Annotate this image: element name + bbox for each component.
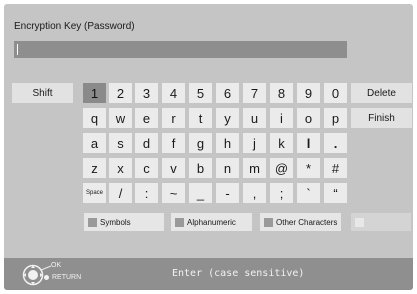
text-caret [17,44,18,55]
instruction-text: Enter (case sensitive) [172,268,305,279]
keyboard-key[interactable]: : [135,183,158,203]
keyboard-key[interactable]: . [324,133,347,153]
keyboard-key[interactable]: d [135,133,158,153]
delete-key[interactable]: Delete [351,83,412,103]
keyboard-key[interactable]: h [216,133,239,153]
return-button-icon [44,275,49,280]
keyboard-key[interactable]: @ [270,158,293,178]
keyboard-key[interactable]: p [324,108,347,128]
keyboard-key[interactable]: “ [324,183,347,203]
keyboard-key[interactable]: _ [189,183,212,203]
password-input[interactable] [14,41,347,58]
ok-pointer-icon [41,265,51,271]
mode-indicator-icon [355,217,364,227]
keyboard-key[interactable]: Space [83,183,106,203]
keyboard-key[interactable]: - [216,183,239,203]
keyboard-key[interactable]: q [83,108,106,128]
mode-alphanumeric-button[interactable]: Alphanumeric [171,213,252,231]
keyboard-key[interactable]: m [243,158,266,178]
finish-key[interactable]: Finish [351,108,412,128]
keyboard-key[interactable]: * [297,158,320,178]
keyboard-key[interactable]: ` [297,183,320,203]
keyboard-key[interactable]: 5 [189,83,212,103]
keyboard-key[interactable]: k [270,133,293,153]
keyboard-key[interactable]: g [189,133,212,153]
keyboard-key[interactable]: , [243,183,266,203]
keyboard-key[interactable]: 1 [83,83,106,103]
mode-indicator-icon [175,217,184,227]
keyboard-key[interactable]: s [109,133,132,153]
keyboard-key[interactable]: 4 [162,83,185,103]
mode-indicator-icon [88,217,97,227]
keyboard-key[interactable]: ~ [162,183,185,203]
keyboard-key[interactable]: l [297,133,320,153]
mode-label: Symbols [100,217,131,227]
keyboard-key[interactable]: / [109,183,132,203]
keyboard-key[interactable]: f [162,133,185,153]
keyboard-key[interactable]: e [135,108,158,128]
keyboard-key[interactable]: 6 [216,83,239,103]
keyboard-key[interactable]: j [243,133,266,153]
keyboard-key[interactable]: o [297,108,320,128]
keyboard-key[interactable]: t [189,108,212,128]
footer-bar: OK RETURN Enter (case sensitive) [4,258,413,290]
keyboard-key[interactable]: w [109,108,132,128]
keyboard-key[interactable]: 3 [135,83,158,103]
keyboard-key[interactable]: 9 [297,83,320,103]
keyboard-key[interactable]: 0 [324,83,347,103]
keyboard-key[interactable]: u [243,108,266,128]
mode-symbols-button[interactable]: Symbols [84,213,164,231]
keyboard-key[interactable]: # [324,158,347,178]
keyboard-key[interactable]: z [83,158,106,178]
keyboard-key[interactable]: i [270,108,293,128]
keyboard-key[interactable]: c [135,158,158,178]
keyboard-key[interactable]: a [83,133,106,153]
keyboard-key[interactable]: v [162,158,185,178]
mode-label: Other Characters [276,217,338,227]
keyboard-key[interactable]: y [216,108,239,128]
keyboard-key[interactable]: b [189,158,212,178]
keyboard-key[interactable]: x [109,158,132,178]
mode-label: Alphanumeric [187,217,236,227]
mode-blank-button[interactable] [351,213,411,231]
keyboard-key[interactable]: 7 [243,83,266,103]
mode-other-characters-button[interactable]: Other Characters [260,213,341,231]
keyboard-key[interactable]: r [162,108,185,128]
shift-key[interactable]: Shift [12,83,73,103]
return-label: RETURN [52,274,82,281]
ok-label: OK [51,262,62,269]
keyboard-key[interactable]: 2 [109,83,132,103]
page-title: Encryption Key (Password) [14,21,135,32]
mode-indicator-icon [264,217,273,227]
keyboard-key[interactable]: ; [270,183,293,203]
screen: Encryption Key (Password) Shift Delete F… [4,4,413,290]
keyboard-key[interactable]: 8 [270,83,293,103]
keyboard-key[interactable]: n [216,158,239,178]
